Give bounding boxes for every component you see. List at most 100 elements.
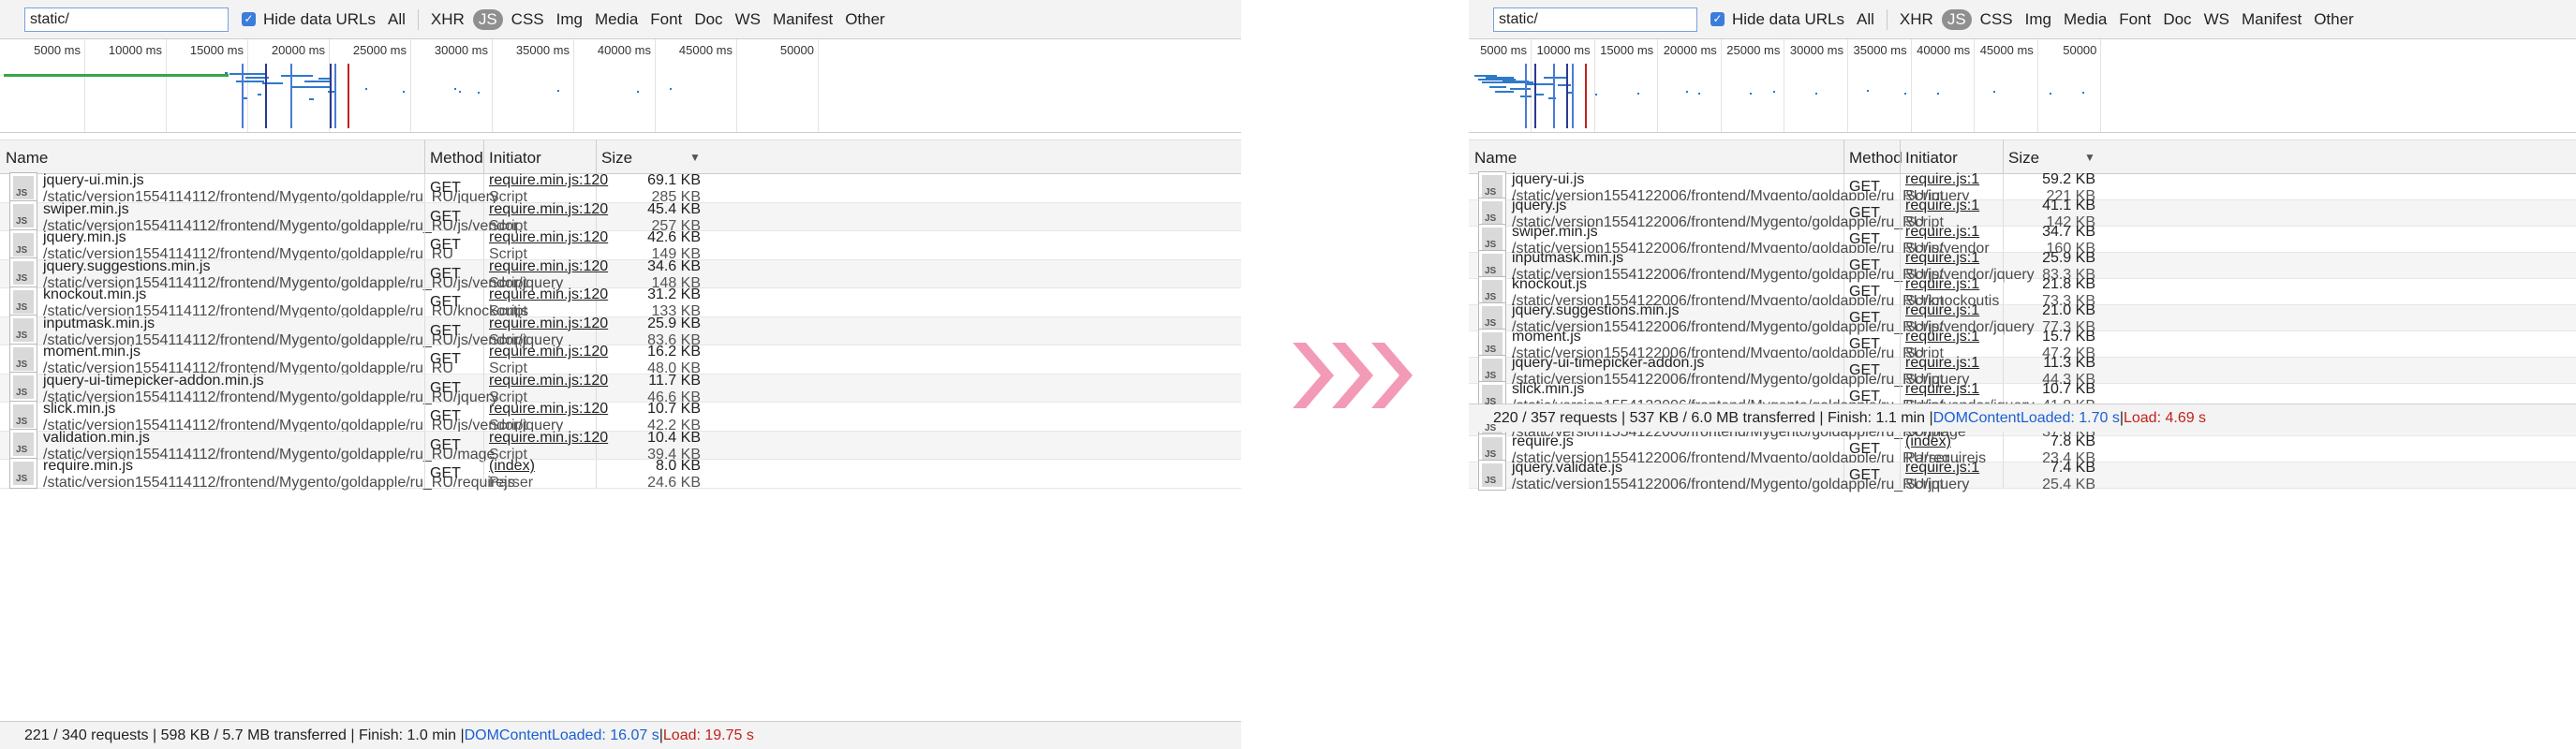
request-row[interactable]: JS jquery.validate.js/static/version15541…	[1469, 459, 2576, 492]
initiator-link[interactable]: require.js:1	[1905, 329, 1979, 345]
request-name[interactable]: jquery-ui-timepicker-addon.js	[1512, 355, 1704, 372]
filter-type-font[interactable]: Font	[2119, 10, 2151, 29]
filter-type-js[interactable]: JS	[472, 8, 503, 30]
request-row[interactable]: JS jquery.js/static/version1554122006/fro…	[1469, 197, 2576, 230]
request-row[interactable]: JS jquery-ui-timepicker-addon.js/static/v…	[1469, 354, 2576, 388]
request-name[interactable]: require.js	[1512, 433, 1574, 450]
request-row[interactable]: JS swiper.min.js/static/version1554122006…	[1469, 223, 2576, 257]
request-row[interactable]: JS knockout.js/static/version1554122006/f…	[1469, 275, 2576, 309]
filter-type-font[interactable]: Font	[650, 10, 682, 29]
request-row[interactable]: JS jquery-ui.min.js/static/version1554114…	[0, 171, 1241, 205]
initiator-link[interactable]: require.min.js:120	[489, 229, 608, 246]
filter-type-all[interactable]: All	[388, 10, 406, 29]
request-name[interactable]: moment.js	[1512, 329, 1581, 345]
request-name[interactable]: slick.min.js	[1512, 381, 1584, 398]
initiator-link[interactable]: require.min.js:120	[489, 258, 608, 275]
checkbox-checked-icon[interactable]: ✓	[242, 12, 256, 26]
filter-type-css[interactable]: CSS	[511, 10, 544, 29]
column-header-initiator[interactable]: Initiator	[489, 149, 541, 168]
request-row[interactable]: JS require.min.js/static/version155411411…	[0, 457, 1241, 491]
request-row[interactable]: JS jquery.min.js/static/version1554114112…	[0, 228, 1241, 262]
filter-type-js[interactable]: JS	[1941, 8, 1972, 30]
request-row[interactable]: JS jquery.suggestions.min.js/static/versi…	[0, 257, 1241, 291]
request-name[interactable]: knockout.js	[1512, 276, 1587, 293]
initiator-link[interactable]: (index)	[1905, 433, 1951, 450]
request-name[interactable]: validation.min.js	[43, 430, 150, 447]
hide-data-urls-checkbox[interactable]: ✓ Hide data URLs	[242, 10, 376, 29]
request-name[interactable]: slick.min.js	[43, 401, 115, 418]
request-name[interactable]: moment.min.js	[43, 344, 141, 360]
filter-type-manifest[interactable]: Manifest	[773, 10, 833, 29]
initiator-link[interactable]: (index)	[489, 458, 535, 475]
initiator-link[interactable]: require.min.js:120	[489, 201, 608, 218]
filter-type-media[interactable]: Media	[2064, 10, 2107, 29]
request-row[interactable]: JS moment.js/static/version1554122006/fro…	[1469, 328, 2576, 361]
initiator-link[interactable]: require.js:1	[1905, 171, 1979, 188]
request-name[interactable]: jquery.validate.js	[1512, 460, 1622, 477]
request-row[interactable]: JS moment.min.js/static/version1554114112…	[0, 343, 1241, 376]
filter-type-doc[interactable]: Doc	[694, 10, 722, 29]
filter-type-ws[interactable]: WS	[735, 10, 761, 29]
request-row[interactable]: JS slick.min.js/static/version1554114112/…	[0, 400, 1241, 433]
filter-type-all[interactable]: All	[1857, 10, 1874, 29]
request-name[interactable]: inputmask.min.js	[1512, 250, 1623, 267]
hide-data-urls-checkbox[interactable]: ✓ Hide data URLs	[1710, 10, 1844, 29]
column-header-method[interactable]: Method	[430, 149, 483, 168]
filter-type-other[interactable]: Other	[845, 10, 885, 29]
initiator-link[interactable]: require.min.js:120	[489, 286, 608, 303]
filter-type-css[interactable]: CSS	[1980, 10, 2013, 29]
initiator-link[interactable]: require.js:1	[1905, 355, 1979, 372]
request-name[interactable]: swiper.min.js	[1512, 224, 1598, 241]
filter-type-manifest[interactable]: Manifest	[2242, 10, 2302, 29]
filter-input[interactable]	[24, 7, 229, 32]
initiator-link[interactable]: require.js:1	[1905, 460, 1979, 477]
column-header-method[interactable]: Method	[1849, 149, 1902, 168]
sort-descending-icon[interactable]: ▼	[689, 151, 701, 164]
filter-type-media[interactable]: Media	[595, 10, 638, 29]
request-name[interactable]: inputmask.min.js	[43, 316, 155, 332]
request-name[interactable]: knockout.min.js	[43, 286, 146, 303]
checkbox-checked-icon[interactable]: ✓	[1710, 12, 1725, 26]
request-row[interactable]: JS swiper.min.js/static/version1554114112…	[0, 200, 1241, 234]
request-name[interactable]: jquery.suggestions.min.js	[1512, 302, 1679, 319]
column-header-size[interactable]: Size	[2008, 149, 2039, 168]
initiator-link[interactable]: require.js:1	[1905, 198, 1979, 214]
initiator-link[interactable]: require.min.js:120	[489, 316, 608, 332]
request-row[interactable]: JS knockout.min.js/static/version15541141…	[0, 286, 1241, 319]
request-row[interactable]: JS inputmask.min.js/static/version1554114…	[0, 315, 1241, 348]
initiator-link[interactable]: require.min.js:120	[489, 373, 608, 389]
request-row[interactable]: JS jquery-ui.js/static/version1554122006/…	[1469, 170, 2576, 204]
filter-type-xhr[interactable]: XHR	[431, 10, 465, 29]
initiator-link[interactable]: require.js:1	[1905, 250, 1979, 267]
filter-type-ws[interactable]: WS	[2204, 10, 2229, 29]
request-row[interactable]: JS validation.min.js/static/version155411…	[0, 429, 1241, 463]
filter-type-img[interactable]: Img	[556, 10, 583, 29]
request-name[interactable]: jquery-ui.js	[1512, 171, 1584, 188]
filter-type-xhr[interactable]: XHR	[1900, 10, 1933, 29]
column-header-name[interactable]: Name	[1474, 149, 1517, 168]
initiator-link[interactable]: require.min.js:120	[489, 172, 608, 189]
initiator-link[interactable]: require.js:1	[1905, 224, 1979, 241]
initiator-link[interactable]: require.min.js:120	[489, 430, 608, 447]
request-name[interactable]: jquery.suggestions.min.js	[43, 258, 210, 275]
filter-type-doc[interactable]: Doc	[2163, 10, 2191, 29]
request-name[interactable]: jquery.js	[1512, 198, 1566, 214]
request-row[interactable]: JS inputmask.min.js/static/version1554122…	[1469, 249, 2576, 283]
timeline-overview[interactable]: 5000 ms 10000 ms 15000 ms 20000 ms 25000 ms 3…	[1469, 39, 2576, 133]
request-row[interactable]: JS jquery.suggestions.min.js/static/versi…	[1469, 301, 2576, 335]
request-name[interactable]: jquery-ui-timepicker-addon.min.js	[43, 373, 264, 389]
request-row[interactable]: JS require.js/static/version1554122006/fr…	[1469, 433, 2576, 466]
filter-input[interactable]	[1493, 7, 1697, 32]
sort-descending-icon[interactable]: ▼	[2084, 151, 2095, 164]
request-name[interactable]: jquery.min.js	[43, 229, 126, 246]
request-name[interactable]: require.min.js	[43, 458, 133, 475]
filter-type-img[interactable]: Img	[2025, 10, 2051, 29]
request-name[interactable]: swiper.min.js	[43, 201, 129, 218]
initiator-link[interactable]: require.js:1	[1905, 276, 1979, 293]
timeline-overview[interactable]: 5000 ms 10000 ms 15000 ms 20000 ms 25000 ms 3…	[0, 39, 1241, 133]
initiator-link[interactable]: require.min.js:120	[489, 344, 608, 360]
request-row[interactable]: JS jquery-ui-timepicker-addon.min.js/stat…	[0, 372, 1241, 405]
column-header-size[interactable]: Size	[601, 149, 632, 168]
filter-type-other[interactable]: Other	[2314, 10, 2354, 29]
initiator-link[interactable]: require.js:1	[1905, 381, 1979, 398]
